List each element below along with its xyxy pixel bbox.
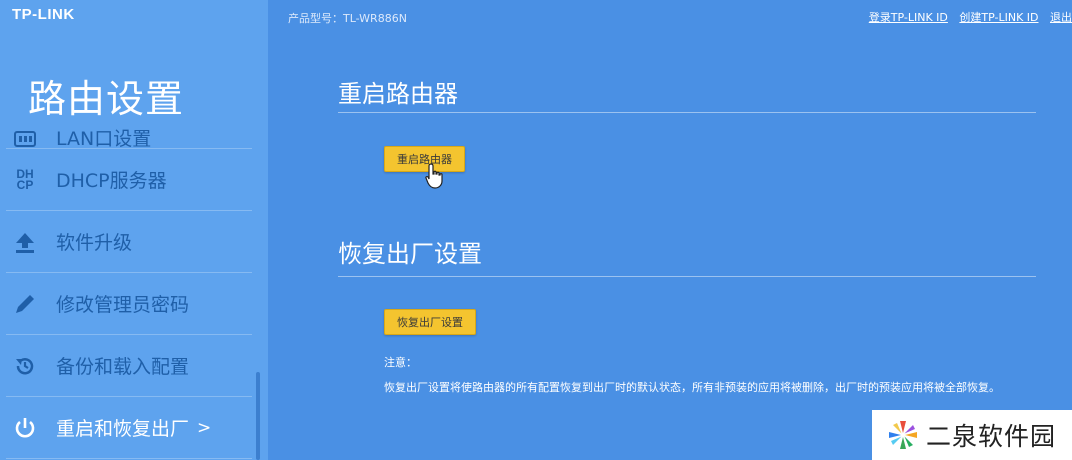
power-icon <box>10 413 40 443</box>
sidebar-menu: LAN口设置 DH CP DHCP服务器 软件升级 修改管理员密码 备份和载入配置 <box>0 112 268 459</box>
note-text: 恢复出厂设置将使路由器的所有配置恢复到出厂时的默认状态，所有非预装的应用将被删除… <box>384 381 1000 394</box>
sidebar-item-label: DHCP服务器 <box>56 170 167 192</box>
sidebar-item-label: LAN口设置 <box>56 128 152 149</box>
create-tplink-id-link[interactable]: 创建TP-LINK ID <box>959 11 1038 24</box>
sidebar-item-label: 软件升级 <box>56 232 133 254</box>
watermark: 二泉软件园 <box>872 410 1072 460</box>
tp-link-logo: TP-LINK <box>12 6 75 23</box>
sidebar-item-firmware-upgrade[interactable]: 软件升级 <box>6 211 252 273</box>
restore-icon <box>10 351 40 381</box>
factory-reset-button[interactable]: 恢复出厂设置 <box>384 309 476 335</box>
sidebar: TP-LINK 路由设置 LAN口设置 DH CP DHCP服务器 软件升级 修改… <box>0 0 268 460</box>
sidebar-item-reboot-reset[interactable]: 重启和恢复出厂 > <box>6 397 252 459</box>
pinwheel-logo-icon <box>889 421 917 449</box>
sidebar-item-label: 修改管理员密码 <box>56 294 190 316</box>
login-tplink-id-link[interactable]: 登录TP-LINK ID <box>869 11 948 24</box>
sidebar-item-dhcp[interactable]: DH CP DHCP服务器 <box>6 149 252 211</box>
sidebar-item-change-password[interactable]: 修改管理员密码 <box>6 273 252 335</box>
logout-link[interactable]: 退出 <box>1050 11 1072 24</box>
sidebar-item-lan[interactable]: LAN口设置 <box>6 112 252 149</box>
sidebar-item-backup-restore[interactable]: 备份和载入配置 <box>6 335 252 397</box>
divider <box>338 276 1036 277</box>
product-model: 产品型号：TL-WR886N <box>288 12 407 25</box>
chevron-right-icon: > <box>197 417 212 438</box>
hand-cursor-icon <box>425 163 443 189</box>
factory-reset-section-title: 恢复出厂设置 <box>338 240 482 268</box>
top-links: 登录TP-LINK ID 创建TP-LINK ID 退出 <box>861 9 1072 25</box>
note-label: 注意： <box>384 356 417 369</box>
pencil-icon <box>10 289 40 319</box>
reboot-section-title: 重启路由器 <box>338 80 458 108</box>
dhcp-icon: DH CP <box>16 166 34 192</box>
divider <box>338 112 1036 113</box>
sidebar-item-label: 备份和载入配置 <box>56 356 190 378</box>
lan-icon <box>10 124 40 148</box>
watermark-text: 二泉软件园 <box>926 422 1057 451</box>
sidebar-scrollbar[interactable] <box>256 372 260 460</box>
sidebar-item-label: 重启和恢复出厂 <box>56 418 190 440</box>
upload-icon <box>10 227 40 257</box>
